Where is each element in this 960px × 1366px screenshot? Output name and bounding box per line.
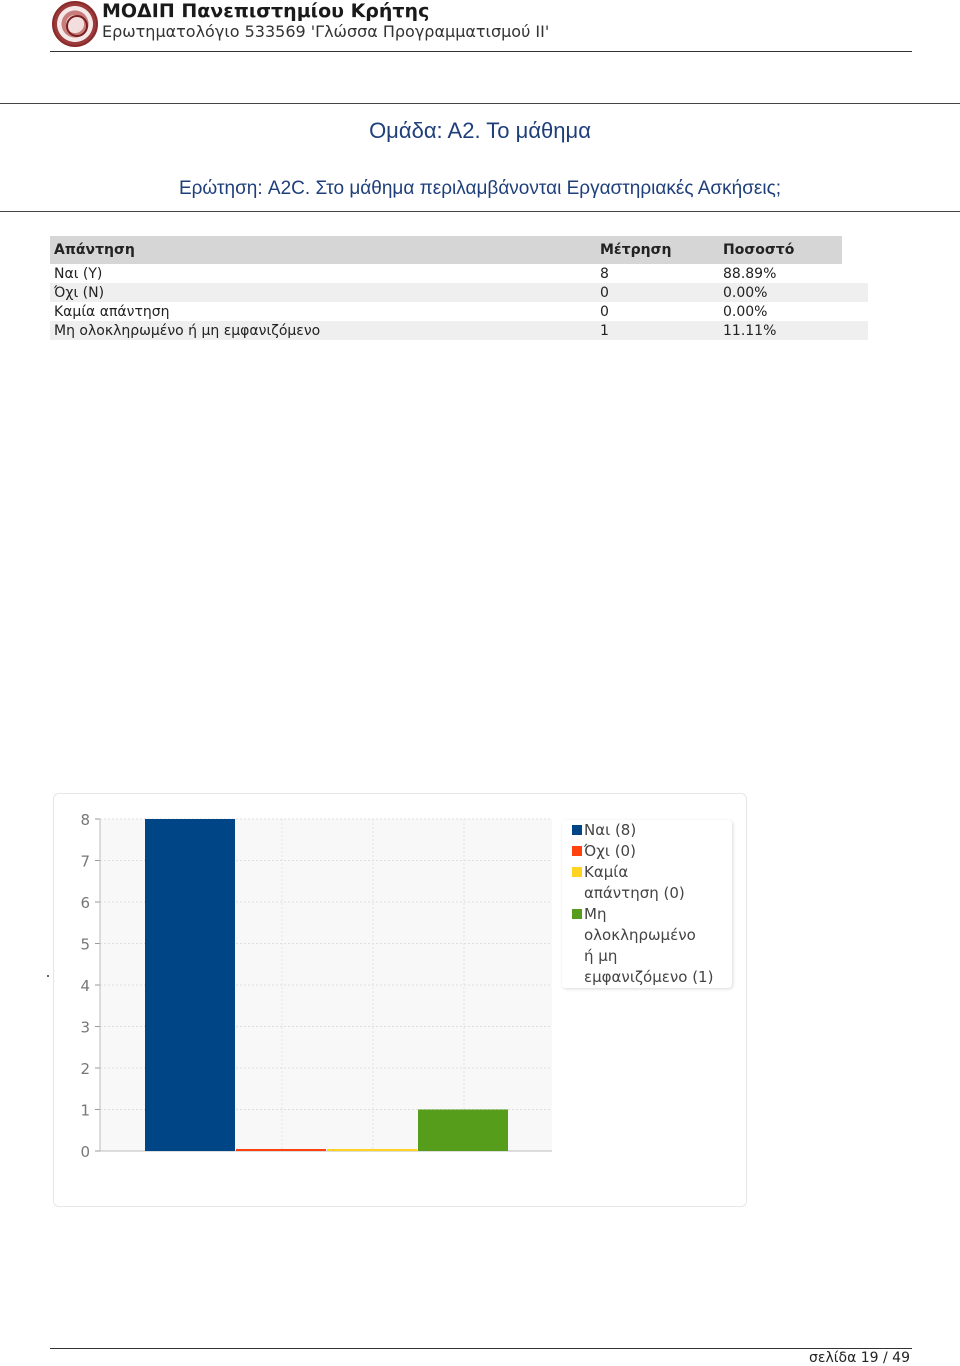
legend-swatch <box>572 909 582 919</box>
y-tick-label: 8 <box>80 811 90 829</box>
legend-label: Όχι (0) <box>584 842 636 860</box>
y-tick-label: 2 <box>80 1060 90 1078</box>
page-number: σελίδα 19 / 49 <box>809 1350 910 1366</box>
chart-legend: Ναι (8) Όχι (0) Καμία απάντηση (0) Μη ολοκληρ… <box>562 820 732 988</box>
bar <box>236 1149 326 1151</box>
bar <box>327 1149 417 1151</box>
legend-item: Καμία απάντηση (0) <box>570 862 732 904</box>
y-tick-label: 4 <box>80 977 90 995</box>
legend-swatch <box>572 867 582 877</box>
y-tick-label: 1 <box>80 1102 90 1120</box>
y-tick-label: 0 <box>80 1143 90 1161</box>
y-tick-label: 3 <box>80 1019 90 1037</box>
y-tick-label: 7 <box>80 853 90 871</box>
legend-label: ή μη <box>584 947 618 965</box>
y-tick-label: 6 <box>80 894 90 912</box>
legend-label: εμφανιζόμενο (1) <box>584 968 714 986</box>
bar <box>145 819 235 1151</box>
legend-label: ολοκληρωμένο <box>584 926 696 944</box>
bar-chart: 0 1 2 3 4 5 6 7 8 <box>80 811 552 1161</box>
legend-item: Μη ολοκληρωμένο ή μη εμφανιζόμενο (1) <box>570 904 732 988</box>
legend-label: Καμία <box>584 863 629 881</box>
y-tick-label: 5 <box>80 936 90 954</box>
legend-label: απάντηση (0) <box>584 884 685 902</box>
legend-swatch <box>572 825 582 835</box>
legend-item: Ναι (8) <box>570 820 732 841</box>
legend-swatch <box>572 846 582 856</box>
legend-item: Όχι (0) <box>570 841 732 862</box>
legend-label: Μη <box>584 905 607 923</box>
bar <box>418 1109 508 1151</box>
footer-divider <box>50 1348 912 1349</box>
legend-label: Ναι (8) <box>584 821 637 839</box>
